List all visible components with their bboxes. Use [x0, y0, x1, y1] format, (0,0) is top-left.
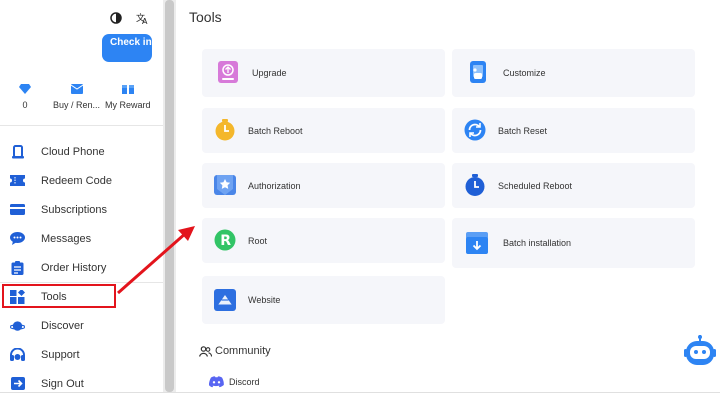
stat-diamonds[interactable]: 0	[19, 84, 31, 110]
sidebar-item-label: Cloud Phone	[41, 145, 105, 158]
sidebar-item-order-history[interactable]: Order History	[0, 253, 163, 282]
support-icon	[10, 347, 25, 362]
translate-icon[interactable]: 文A	[136, 12, 149, 27]
tool-card-root[interactable]: R Root	[202, 218, 445, 263]
tool-card-batch-reboot[interactable]: Batch Reboot	[202, 108, 445, 153]
reset-icon	[464, 119, 486, 141]
stat-buy-label: Buy / Ren...	[53, 100, 101, 110]
stat-reward[interactable]: My Reward	[105, 84, 151, 110]
sidebar-item-label: Messages	[41, 232, 92, 245]
bottom-divider	[0, 392, 720, 393]
assistant-bot-icon[interactable]	[684, 335, 716, 371]
ticket-icon	[10, 174, 25, 188]
community-icon	[199, 345, 212, 357]
community-label: Community	[215, 345, 271, 357]
mail-icon	[70, 84, 83, 94]
community-heading: Community	[199, 345, 271, 357]
customize-icon	[470, 61, 486, 83]
sidebar-divider	[0, 125, 163, 126]
header-icons: 文A	[110, 12, 149, 27]
sidebar-item-messages[interactable]: Messages	[0, 224, 163, 253]
tool-label: Website	[248, 295, 281, 305]
discord-icon	[209, 376, 224, 388]
tool-label: Root	[248, 235, 268, 246]
tool-label: Upgrade	[252, 68, 287, 78]
sidebar-item-sign-out[interactable]: Sign Out	[0, 369, 163, 398]
stat-reward-label: My Reward	[105, 100, 151, 110]
sidebar-item-label: Sign Out	[41, 377, 84, 390]
svg-text:R: R	[220, 233, 231, 249]
root-icon: R	[214, 229, 236, 251]
tool-label: Batch Reset	[498, 125, 548, 136]
planet-icon	[10, 319, 25, 333]
tool-card-website[interactable]: Website	[202, 276, 445, 324]
app-window: 文A Check in 0 Buy / Ren... My Reward Clo…	[0, 0, 720, 405]
gift-icon	[121, 85, 134, 94]
stats-row: 0 Buy / Ren... My Reward	[0, 84, 163, 114]
sidebar-item-label: Redeem Code	[41, 174, 112, 187]
checkin-button[interactable]: Check in	[102, 34, 152, 62]
diamond-icon	[19, 84, 31, 94]
discord-link[interactable]: Discord	[209, 376, 260, 388]
contrast-icon[interactable]	[110, 12, 122, 27]
discord-label: Discord	[229, 377, 260, 387]
page-title: Tools	[189, 9, 222, 25]
tool-label: Batch Reboot	[248, 125, 303, 136]
sidebar-divider	[0, 282, 163, 283]
tool-label: Batch installation	[503, 238, 572, 248]
sidebar-item-label: Order History	[41, 261, 107, 274]
stat-diamonds-label: 0	[22, 100, 28, 110]
card-icon	[10, 203, 25, 217]
chat-icon	[10, 232, 25, 246]
sidebar-menu: Cloud Phone Redeem Code Subscriptions Me…	[0, 137, 163, 398]
sidebar-item-label: Discover	[41, 319, 84, 332]
timer-icon	[215, 119, 235, 141]
sidebar-item-label: Support	[41, 348, 80, 361]
clipboard-icon	[10, 260, 25, 275]
tool-label: Customize	[503, 68, 546, 78]
tools-highlight-box	[2, 284, 116, 308]
sidebar-item-label: Subscriptions	[41, 203, 108, 216]
install-icon	[466, 232, 488, 254]
tool-card-batch-installation[interactable]: Batch installation	[452, 218, 695, 268]
tool-card-upgrade[interactable]: Upgrade	[202, 49, 445, 97]
signout-icon	[10, 377, 25, 391]
tool-card-batch-reset[interactable]: Batch Reset	[452, 108, 695, 153]
svg-text:A: A	[142, 17, 148, 24]
sidebar-item-discover[interactable]: Discover	[0, 311, 163, 340]
sidebar-scrollbar-thumb[interactable]	[165, 0, 174, 392]
tool-card-customize[interactable]: Customize	[452, 49, 695, 97]
tool-card-scheduled-reboot[interactable]: Scheduled Reboot	[452, 163, 695, 208]
main-content: Tools Upgrade Customize Batch Reboot Bat…	[176, 0, 720, 405]
authorization-icon	[214, 175, 236, 195]
sidebar-item-cloud-phone[interactable]: Cloud Phone	[0, 137, 163, 166]
sidebar-item-subscriptions[interactable]: Subscriptions	[0, 195, 163, 224]
sidebar-item-redeem-code[interactable]: Redeem Code	[0, 166, 163, 195]
stat-buy[interactable]: Buy / Ren...	[53, 84, 100, 110]
sidebar-item-support[interactable]: Support	[0, 340, 163, 369]
sidebar: 文A Check in 0 Buy / Ren... My Reward Clo…	[0, 0, 163, 405]
tool-label: Scheduled Reboot	[498, 180, 573, 191]
tool-label: Authorization	[248, 180, 301, 191]
website-icon	[214, 289, 236, 311]
stopwatch-icon	[465, 174, 485, 196]
phone-icon	[10, 144, 25, 159]
tool-card-authorization[interactable]: Authorization	[202, 163, 445, 208]
upgrade-icon	[218, 61, 238, 83]
